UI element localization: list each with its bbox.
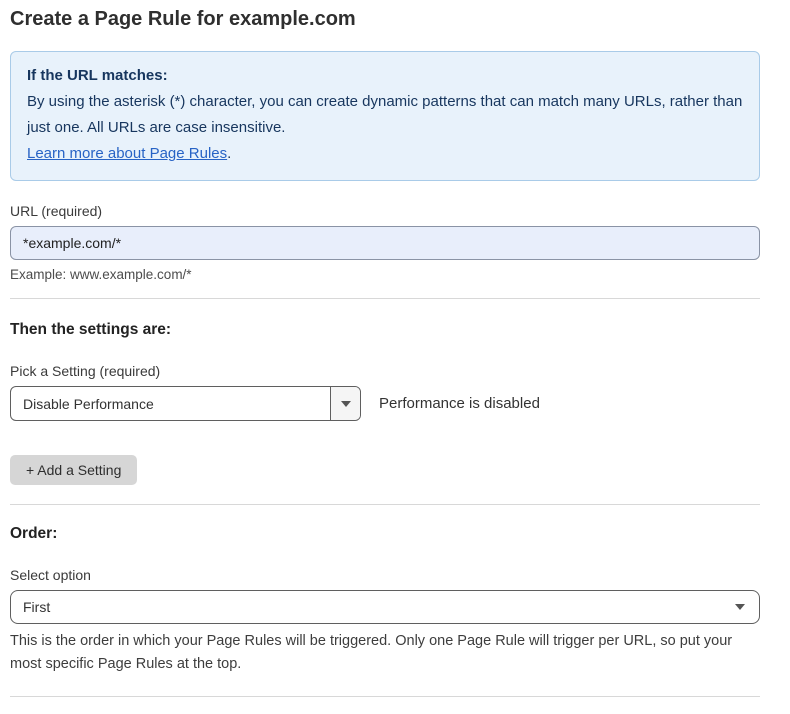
setting-dropdown-value: Disable Performance — [11, 387, 330, 420]
settings-section-heading: Then the settings are: — [10, 321, 760, 339]
url-example-text: Example: www.example.com/* — [10, 267, 760, 282]
setting-dropdown[interactable]: Disable Performance — [10, 386, 361, 421]
order-select-value: First — [23, 599, 50, 615]
setting-picker-row: Disable Performance Performance is disab… — [10, 386, 760, 421]
order-section-heading: Order: — [10, 525, 760, 543]
select-option-label: Select option — [10, 567, 760, 583]
pick-setting-label: Pick a Setting (required) — [10, 363, 760, 379]
info-box-heading: If the URL matches: — [27, 63, 743, 89]
url-input[interactable] — [10, 226, 760, 260]
setting-dropdown-arrow-button[interactable] — [330, 387, 360, 420]
info-box-link-line: Learn more about Page Rules. — [27, 141, 743, 167]
page-rule-form: Create a Page Rule for example.com If th… — [0, 0, 790, 714]
setting-status-text: Performance is disabled — [379, 395, 540, 412]
page-title: Create a Page Rule for example.com — [10, 8, 760, 31]
chevron-down-icon — [341, 401, 351, 407]
order-select[interactable]: First — [10, 590, 760, 624]
divider — [10, 298, 760, 299]
info-box-body: By using the asterisk (*) character, you… — [27, 89, 743, 141]
chevron-down-icon — [735, 604, 745, 610]
divider — [10, 696, 760, 697]
url-matches-info-box: If the URL matches: By using the asteris… — [10, 51, 760, 181]
url-field-label: URL (required) — [10, 203, 760, 219]
add-setting-button[interactable]: + Add a Setting — [10, 455, 137, 485]
learn-more-link[interactable]: Learn more about Page Rules — [27, 145, 227, 162]
link-suffix: . — [227, 145, 231, 162]
order-help-text: This is the order in which your Page Rul… — [10, 630, 760, 676]
divider — [10, 504, 760, 505]
